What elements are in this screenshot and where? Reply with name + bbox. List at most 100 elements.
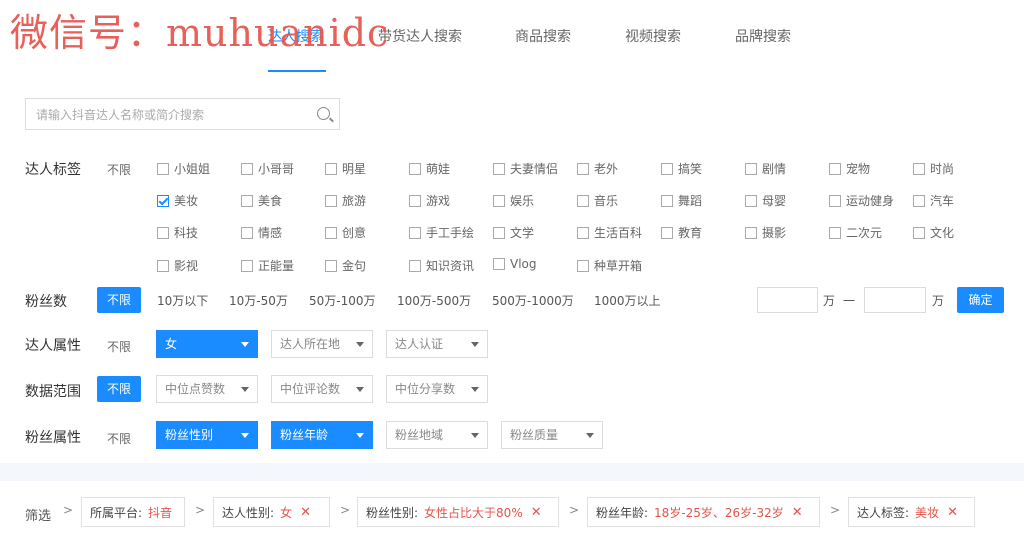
fan-gender-dropdown[interactable]: 粉丝性别 [156, 421, 258, 449]
median-shares-dropdown[interactable]: 中位分享数 [386, 375, 488, 403]
fans-option-500k-1m[interactable]: 50万-100万 [309, 292, 376, 309]
tag-checkbox[interactable]: 知识资讯 [409, 257, 474, 274]
data-range-nolimit-button[interactable]: 不限 [97, 376, 141, 402]
checkbox-icon[interactable] [241, 259, 253, 272]
close-icon[interactable]: ✕ [300, 505, 311, 520]
median-likes-dropdown[interactable]: 中位点赞数 [156, 375, 258, 403]
checkbox-icon[interactable] [157, 162, 169, 175]
fans-option-5m-10m[interactable]: 500万-1000万 [492, 292, 574, 309]
checkbox-icon[interactable] [829, 194, 841, 207]
tag-checkbox[interactable]: 运动健身 [829, 192, 894, 209]
fans-option-1m-5m[interactable]: 100万-500万 [397, 292, 471, 309]
tab-video-search[interactable]: 视频搜索 [625, 26, 681, 46]
tag-checkbox[interactable]: 情感 [241, 224, 282, 241]
checkbox-icon[interactable] [325, 194, 337, 207]
fans-option-under-100k[interactable]: 10万以下 [157, 292, 208, 309]
tag-checkbox[interactable]: 二次元 [829, 224, 882, 241]
checkbox-icon[interactable] [493, 258, 505, 270]
checkbox-icon[interactable] [577, 162, 589, 175]
fan-quality-dropdown[interactable]: 粉丝质量 [501, 421, 603, 449]
tag-checkbox[interactable]: 汽车 [913, 192, 954, 209]
checkbox-icon[interactable] [913, 194, 925, 207]
tag-checkbox[interactable]: 旅游 [325, 192, 366, 209]
checkbox-icon[interactable] [493, 194, 505, 207]
fan-age-dropdown[interactable]: 粉丝年龄 [271, 421, 373, 449]
checkbox-icon[interactable] [493, 162, 505, 175]
tag-checkbox[interactable]: 舞蹈 [661, 192, 702, 209]
fans-nolimit-button[interactable]: 不限 [97, 287, 141, 313]
tag-checkbox[interactable]: 文学 [493, 224, 534, 241]
tag-checkbox[interactable]: 美食 [241, 192, 282, 209]
tag-checkbox[interactable]: 娱乐 [493, 192, 534, 209]
tag-checkbox[interactable]: 明星 [325, 160, 366, 177]
tag-checkbox[interactable]: 种草开箱 [577, 257, 642, 274]
checkbox-icon[interactable] [493, 226, 505, 239]
checkbox-icon[interactable] [829, 226, 841, 239]
checkbox-checked-icon[interactable] [157, 194, 169, 207]
fans-option-over-10m[interactable]: 1000万以上 [594, 292, 661, 309]
tab-product-search[interactable]: 商品搜索 [515, 26, 571, 46]
tag-checkbox[interactable]: 时尚 [913, 160, 954, 177]
tag-checkbox[interactable]: 文化 [913, 224, 954, 241]
tag-checkbox[interactable]: 音乐 [577, 192, 618, 209]
tag-checkbox[interactable]: 教育 [661, 224, 702, 241]
fan-attr-nolimit-button[interactable]: 不限 [107, 430, 131, 447]
close-icon[interactable]: ✕ [792, 505, 803, 520]
checkbox-icon[interactable] [409, 226, 421, 239]
median-comments-dropdown[interactable]: 中位评论数 [271, 375, 373, 403]
checkbox-icon[interactable] [325, 162, 337, 175]
tag-checkbox[interactable]: Vlog [493, 257, 537, 271]
tag-checkbox[interactable]: 老外 [577, 160, 618, 177]
close-icon[interactable]: ✕ [947, 505, 958, 520]
tag-checkbox[interactable]: 母婴 [745, 192, 786, 209]
checkbox-icon[interactable] [913, 162, 925, 175]
fans-confirm-button[interactable]: 确定 [957, 287, 1004, 313]
search-input[interactable] [34, 105, 308, 125]
checkbox-icon[interactable] [913, 226, 925, 239]
tag-checkbox[interactable]: 美妆 [157, 192, 198, 209]
tag-checkbox[interactable]: 萌娃 [409, 160, 450, 177]
tag-checkbox[interactable]: 小姐姐 [157, 160, 210, 177]
checkbox-icon[interactable] [157, 226, 169, 239]
checkbox-icon[interactable] [745, 162, 757, 175]
checkbox-icon[interactable] [409, 259, 421, 272]
tab-sales-influencer-search[interactable]: 带货达人搜索 [378, 26, 462, 46]
checkbox-icon[interactable] [325, 259, 337, 272]
checkbox-icon[interactable] [325, 226, 337, 239]
tag-checkbox[interactable]: 游戏 [409, 192, 450, 209]
fans-option-100k-500k[interactable]: 10万-50万 [229, 292, 288, 309]
checkbox-icon[interactable] [745, 226, 757, 239]
fans-max-input[interactable] [864, 287, 926, 313]
search-icon[interactable] [317, 107, 330, 120]
influencer-verification-dropdown[interactable]: 达人认证 [386, 330, 488, 358]
tag-checkbox[interactable]: 剧情 [745, 160, 786, 177]
checkbox-icon[interactable] [409, 194, 421, 207]
checkbox-icon[interactable] [157, 259, 169, 272]
tags-nolimit-button[interactable]: 不限 [107, 161, 131, 178]
tag-checkbox[interactable]: 生活百科 [577, 224, 642, 241]
tag-checkbox[interactable]: 创意 [325, 224, 366, 241]
checkbox-icon[interactable] [661, 226, 673, 239]
tag-checkbox[interactable]: 小哥哥 [241, 160, 294, 177]
checkbox-icon[interactable] [577, 226, 589, 239]
checkbox-icon[interactable] [661, 194, 673, 207]
checkbox-icon[interactable] [661, 162, 673, 175]
checkbox-icon[interactable] [241, 162, 253, 175]
tab-brand-search[interactable]: 品牌搜索 [735, 26, 791, 46]
checkbox-icon[interactable] [409, 162, 421, 175]
checkbox-icon[interactable] [577, 194, 589, 207]
influencer-location-dropdown[interactable]: 达人所在地 [271, 330, 373, 358]
tag-checkbox[interactable]: 金句 [325, 257, 366, 274]
tag-checkbox[interactable]: 夫妻情侣 [493, 160, 558, 177]
close-icon[interactable]: ✕ [531, 505, 542, 520]
checkbox-icon[interactable] [577, 259, 589, 272]
influencer-gender-dropdown[interactable]: 女 [156, 330, 258, 358]
tag-checkbox[interactable]: 科技 [157, 224, 198, 241]
tag-checkbox[interactable]: 影视 [157, 257, 198, 274]
tag-checkbox[interactable]: 摄影 [745, 224, 786, 241]
tag-checkbox[interactable]: 搞笑 [661, 160, 702, 177]
checkbox-icon[interactable] [241, 194, 253, 207]
checkbox-icon[interactable] [829, 162, 841, 175]
tag-checkbox[interactable]: 正能量 [241, 257, 294, 274]
checkbox-icon[interactable] [745, 194, 757, 207]
